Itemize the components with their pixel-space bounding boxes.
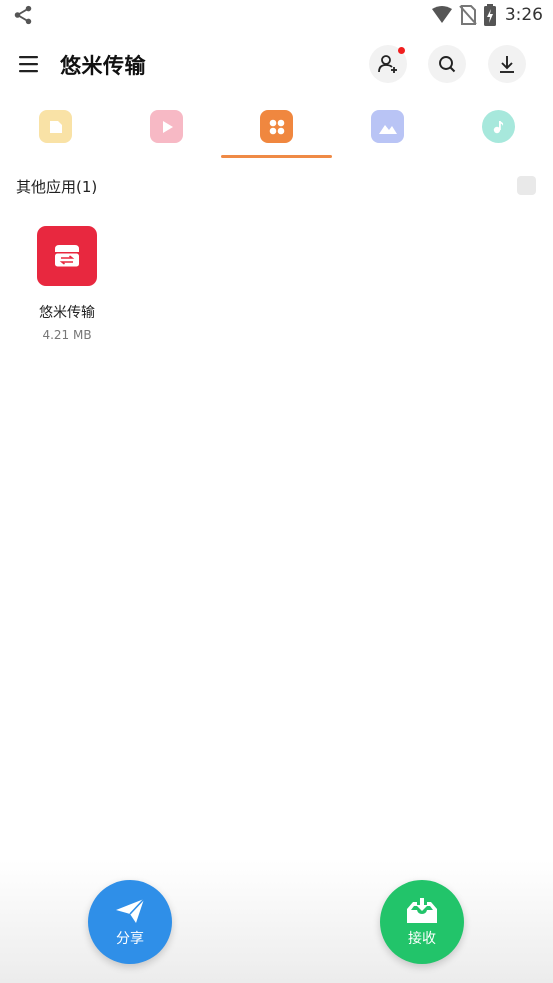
- search-icon: [439, 56, 456, 73]
- share-icon: [14, 5, 32, 25]
- receive-label: 接收: [408, 930, 436, 947]
- section-title: 其他应用(1): [16, 178, 98, 196]
- tab-apps[interactable]: [221, 104, 332, 158]
- file-icon: [39, 110, 72, 143]
- tab-images[interactable]: [332, 104, 443, 158]
- app-name: 悠米传输: [39, 305, 95, 321]
- music-icon: [482, 110, 515, 143]
- category-tabs: [0, 104, 553, 158]
- image-icon: [371, 110, 404, 143]
- status-icons: 3:26: [431, 4, 543, 26]
- active-tab-indicator: [221, 155, 332, 158]
- app-list-item[interactable]: 悠米传输 4.21 MB: [24, 226, 110, 342]
- send-icon: [116, 897, 145, 923]
- download-icon: [500, 56, 514, 73]
- inbox-download-icon: [407, 897, 437, 923]
- add-user-icon: [378, 55, 397, 73]
- wifi-icon: [431, 6, 452, 23]
- status-time: 3:26: [504, 5, 543, 25]
- receive-button[interactable]: 接收: [380, 880, 464, 964]
- bottom-bar-background: [0, 860, 553, 983]
- add-user-button[interactable]: [369, 45, 407, 83]
- download-button[interactable]: [488, 45, 526, 83]
- app-header: 悠米传输: [0, 40, 553, 88]
- share-label: 分享: [116, 930, 144, 947]
- notification-dot: [398, 47, 405, 54]
- battery-charging-icon: [483, 4, 496, 26]
- share-button[interactable]: 分享: [88, 880, 172, 964]
- select-all-checkbox[interactable]: [517, 176, 536, 195]
- video-icon: [150, 110, 183, 143]
- app-size: 4.21 MB: [42, 328, 92, 342]
- menu-icon[interactable]: [18, 52, 40, 76]
- tab-videos[interactable]: [111, 104, 222, 158]
- app-icon: [260, 110, 293, 143]
- search-button[interactable]: [428, 45, 466, 83]
- tab-files[interactable]: [0, 104, 111, 158]
- status-bar: 3:26: [0, 0, 553, 30]
- no-sim-icon: [459, 5, 477, 25]
- page-title: 悠米传输: [60, 54, 146, 78]
- tab-music[interactable]: [443, 104, 553, 158]
- yomi-transfer-app-icon: [37, 226, 97, 286]
